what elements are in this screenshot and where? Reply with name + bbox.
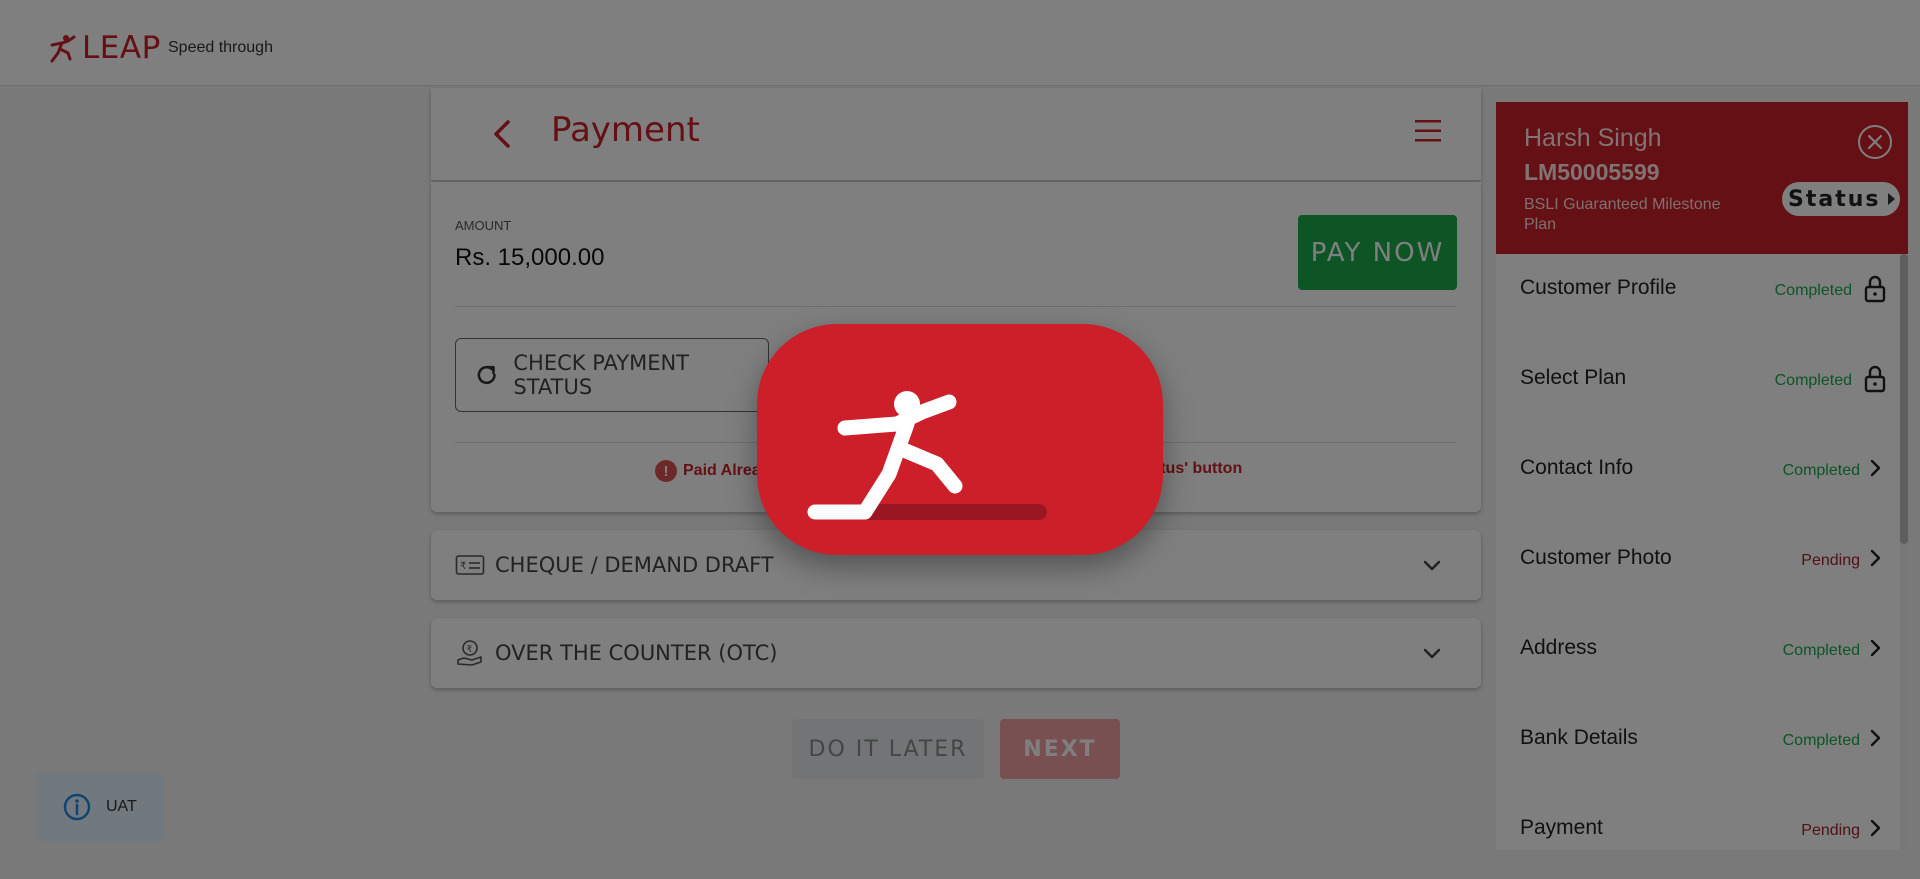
loading-spinner xyxy=(757,324,1163,555)
runner-loader-icon xyxy=(807,391,1047,520)
